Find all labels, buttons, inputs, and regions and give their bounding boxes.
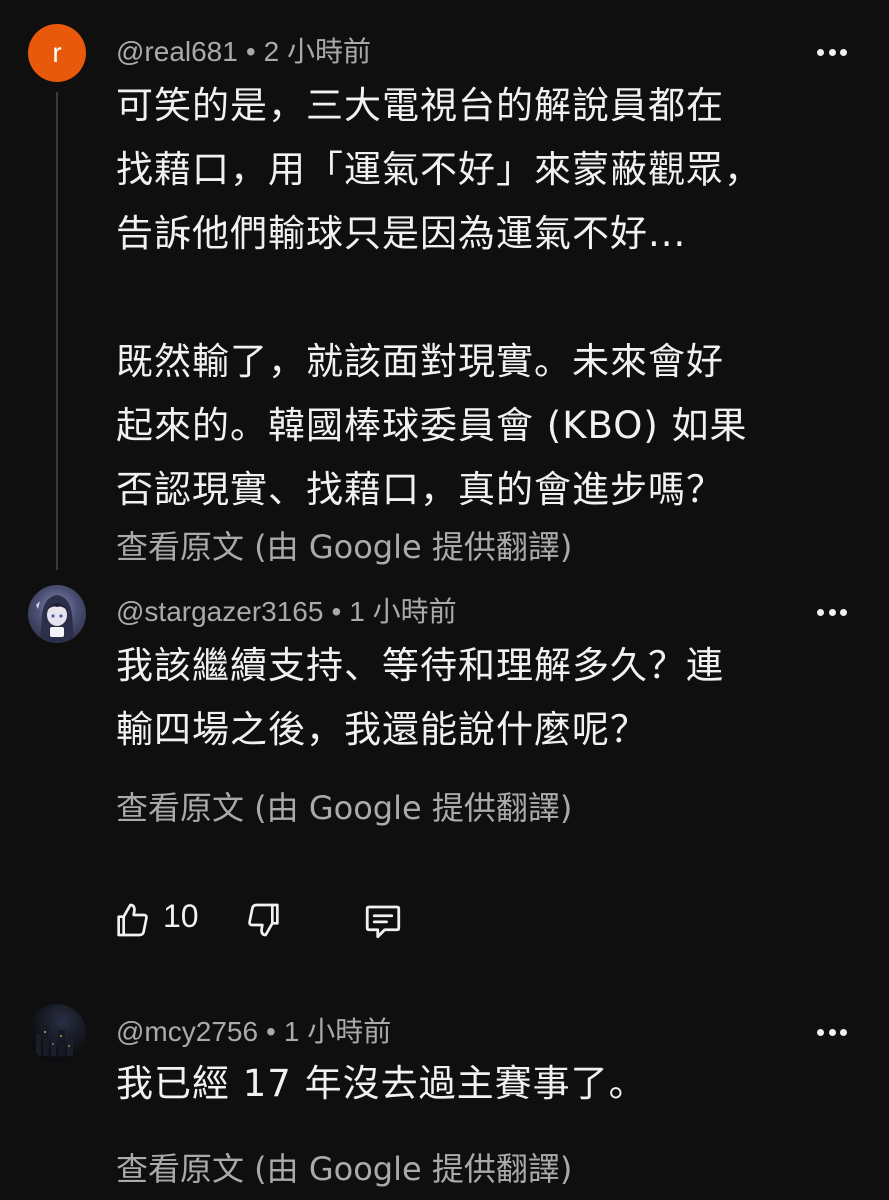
comment-line: 告訴他們輸球只是因為運氣不好... [116, 212, 687, 255]
comment-line: 我已經 17 年沒去過主賽事了。 [116, 1062, 647, 1105]
city-night-avatar-icon [36, 1026, 73, 1056]
see-original-link[interactable]: 查看原文 (由 Google 提供翻譯) [116, 1144, 572, 1190]
comment-meta: @real681 • 2 小時前 [116, 30, 371, 70]
see-original-link[interactable]: 查看原文 (由 Google 提供翻譯) [116, 783, 572, 829]
comment-line: 否認現實、找藉口，真的會進步嗎？ [116, 468, 724, 511]
meta-separator: • [245, 36, 256, 67]
thumbs-up-icon[interactable] [112, 900, 152, 944]
comment-line: 輸四場之後，我還能說什麼呢？ [116, 708, 648, 751]
meta-separator: • [266, 1016, 276, 1047]
more-options-icon[interactable] [817, 47, 847, 57]
comment-meta: @stargazer3165 • 1 小時前 [116, 590, 457, 630]
meta-separator: • [331, 596, 342, 627]
comment-icon[interactable] [362, 900, 404, 946]
avatar[interactable] [28, 585, 86, 643]
more-options-icon[interactable] [817, 607, 847, 617]
thumbs-down-icon[interactable] [244, 900, 284, 944]
comment-text: 可笑的是，三大電視台的解說員都在 找藉口，用「運氣不好」來蒙蔽觀眾， 告訴他們輸… [116, 74, 836, 522]
more-options-icon[interactable] [817, 1027, 847, 1037]
comment-line: 起來的。韓國棒球委員會 (KBO) 如果 [116, 404, 748, 447]
comment-text: 我已經 17 年沒去過主賽事了。 [116, 1052, 836, 1116]
see-original-link[interactable]: 查看原文 (由 Google 提供翻譯) [116, 522, 572, 568]
thread-line [56, 92, 58, 570]
comment-meta: @mcy2756 • 1 小時前 [116, 1010, 391, 1050]
avatar[interactable] [28, 1004, 86, 1062]
comment-line: 我該繼續支持、等待和理解多久？連 [116, 644, 724, 687]
like-count: 10 [163, 898, 199, 934]
comment-line: 可笑的是，三大電視台的解說員都在 [116, 84, 724, 127]
username[interactable]: @mcy2756 [116, 1016, 258, 1047]
avatar[interactable]: r [28, 24, 86, 82]
timestamp: 1 小時前 [283, 1016, 392, 1047]
anime-avatar-icon [36, 595, 74, 643]
comment-text: 我該繼續支持、等待和理解多久？連 輸四場之後，我還能說什麼呢？ [116, 634, 836, 762]
comment-line: 找藉口，用「運氣不好」來蒙蔽觀眾， [116, 148, 762, 191]
comment-line: 既然輸了，就該面對現實。未來會好 [116, 340, 724, 383]
timestamp: 1 小時前 [349, 596, 457, 627]
comment-actions: 10 [0, 890, 889, 950]
comment-line [116, 266, 836, 330]
username[interactable]: @stargazer3165 [116, 596, 323, 627]
timestamp: 2 小時前 [263, 36, 372, 67]
username[interactable]: @real681 [116, 36, 238, 67]
